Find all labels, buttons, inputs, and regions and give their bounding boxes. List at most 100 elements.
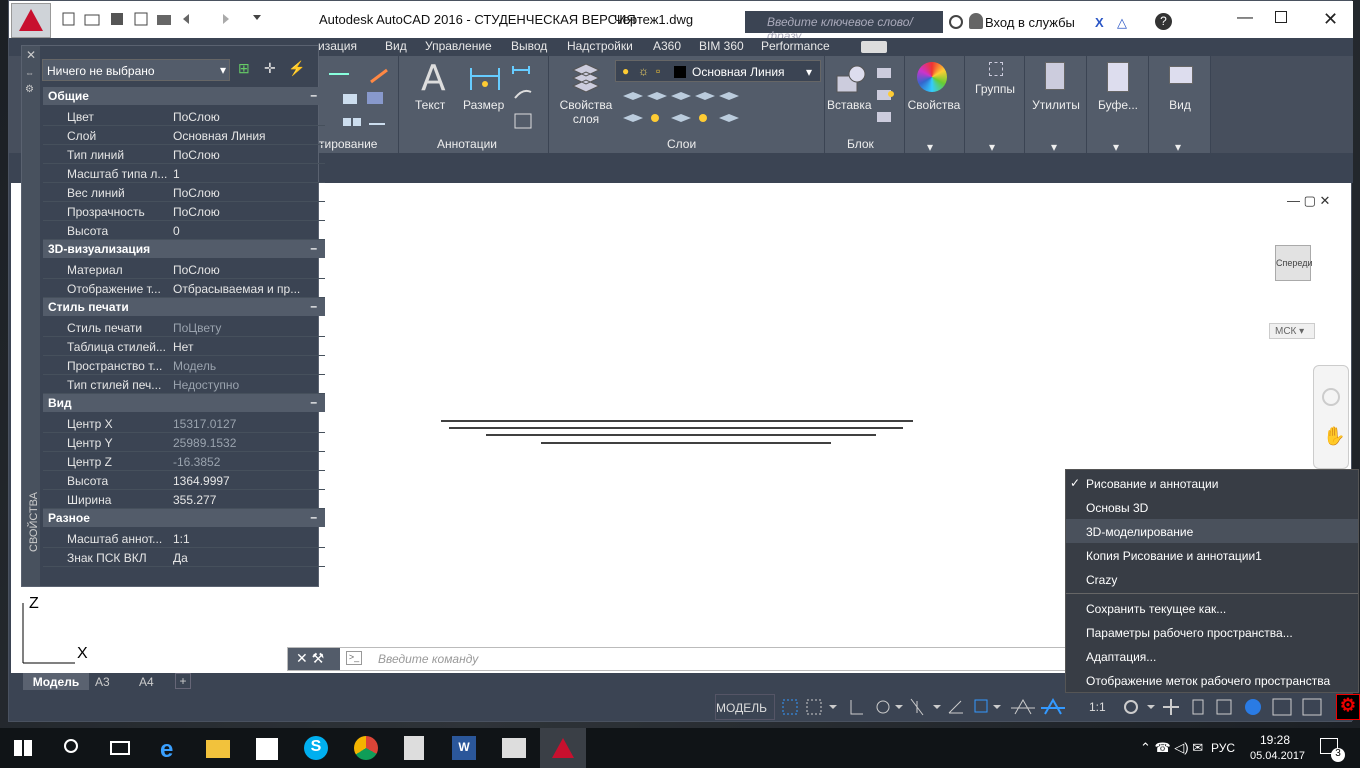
qat-icons[interactable] <box>61 9 261 29</box>
panel-view[interactable]: Вид ▾ <box>1149 56 1211 154</box>
dimension-icon[interactable] <box>467 64 503 94</box>
autocad-taskbar-button[interactable] <box>540 728 586 768</box>
property-value[interactable]: 355.277 <box>173 493 323 507</box>
command-input[interactable]: Введите команду <box>378 652 478 666</box>
property-value[interactable]: ПоСлою <box>173 263 323 277</box>
select-objects-icon[interactable]: ✛ <box>264 60 276 77</box>
property-row[interactable]: Цвет ПоСлою <box>43 107 325 126</box>
panel-utilities[interactable]: Утилиты ▾ <box>1025 56 1087 154</box>
property-row[interactable]: Материал ПоСлою <box>43 260 325 279</box>
property-value[interactable]: 15317.0127 <box>173 417 323 431</box>
annotation-scale-icons[interactable] <box>1009 696 1079 718</box>
start-icon[interactable] <box>14 740 32 756</box>
store-icon[interactable] <box>256 738 278 760</box>
section-header[interactable]: Вид – <box>43 394 325 412</box>
close-button[interactable]: ✕ <box>1323 9 1338 30</box>
panel-modify-title[interactable]: тирование <box>319 137 377 151</box>
selection-dropdown[interactable]: Ничего не выбрано ▾ <box>42 59 230 81</box>
tab-a4[interactable]: A4 <box>139 675 154 689</box>
menu-item-save-as[interactable]: Сохранить текущее как... <box>1066 596 1358 620</box>
layer-tools-icon[interactable] <box>619 88 739 128</box>
property-row[interactable]: Слой Основная Линия <box>43 126 325 145</box>
tray-icons[interactable]: ⌃ ☎ ◁) ✉ <box>1140 740 1203 756</box>
search-input[interactable]: Введите ключевое слово/фразу <box>753 11 943 43</box>
property-row[interactable]: Пространство т... Модель <box>43 356 325 375</box>
property-row[interactable]: Масштаб аннот... 1:1 <box>43 529 325 548</box>
model-space-button[interactable]: МОДЕЛЬ <box>715 694 775 720</box>
palette-close-icon[interactable]: ✕ <box>26 48 36 62</box>
help-button[interactable]: ? <box>1155 13 1172 30</box>
tab-output[interactable]: Вывод <box>511 39 547 53</box>
insert-icon[interactable] <box>833 62 869 96</box>
property-row[interactable]: Центр X 15317.0127 <box>43 414 325 433</box>
layer-dropdown[interactable]: ● ☼ ▫ Основная Линия ▾ <box>615 60 821 82</box>
property-row[interactable]: Тип линий ПоСлою <box>43 145 325 164</box>
dimension-button[interactable]: Размер <box>463 98 504 112</box>
search-icon[interactable] <box>64 739 78 753</box>
panel-clipboard[interactable]: Буфе... ▾ <box>1087 56 1149 154</box>
tab-model[interactable]: Модель <box>23 673 89 690</box>
property-value[interactable]: Недоступно <box>173 378 323 392</box>
menu-item-3d-modeling[interactable]: 3D-моделирование <box>1066 519 1358 543</box>
property-value[interactable]: Модель <box>173 359 323 373</box>
task-view-icon[interactable] <box>110 741 130 755</box>
panel-block-title[interactable]: Блок <box>847 137 874 151</box>
menu-item-drawing[interactable]: ✓ Рисование и аннотации <box>1066 471 1358 495</box>
property-row[interactable]: Центр Z -16.3852 <box>43 452 325 471</box>
property-value[interactable]: ПоСлою <box>173 205 323 219</box>
word-icon[interactable]: W <box>452 736 476 760</box>
property-value[interactable]: Нет <box>173 340 323 354</box>
calculator-app-icon[interactable] <box>404 736 424 760</box>
maximize-button[interactable] <box>1275 11 1287 23</box>
text-button[interactable]: Текст <box>415 98 445 112</box>
command-prompt-icon[interactable]: >_ <box>346 651 362 665</box>
chrome-icon[interactable] <box>354 736 378 760</box>
modify-tools-icon[interactable] <box>319 62 399 132</box>
collapse-icon[interactable]: – <box>310 395 317 409</box>
tab-bim360[interactable]: BIM 360 <box>699 39 744 53</box>
command-close-icon[interactable]: ✕ ⚒ <box>288 648 340 670</box>
property-row[interactable]: Масштаб типа л... 1 <box>43 164 325 183</box>
collapse-icon[interactable]: – <box>310 88 317 102</box>
property-value[interactable]: 1:1 <box>173 532 323 546</box>
edge-icon[interactable]: e <box>160 736 188 763</box>
property-row[interactable]: Центр Y 25989.1532 <box>43 433 325 452</box>
toggle-pickadd-icon[interactable]: ⊞ <box>238 60 250 77</box>
panel-layers-title[interactable]: Слои <box>667 137 696 151</box>
property-row[interactable]: Прозрачность ПоСлою <box>43 202 325 221</box>
language-indicator[interactable]: РУС <box>1211 741 1235 755</box>
minimize-button[interactable]: — <box>1237 9 1253 27</box>
workspace-switch-icon[interactable]: ⚙ <box>1336 694 1360 720</box>
application-menu-button[interactable] <box>11 3 51 38</box>
property-value[interactable]: Основная Линия <box>173 129 323 143</box>
property-row[interactable]: Знак ПСК ВКЛ Да <box>43 548 325 567</box>
tab-a3[interactable]: A3 <box>95 675 110 689</box>
property-value[interactable]: ПоСлою <box>173 148 323 162</box>
property-value[interactable]: ПоСлою <box>173 110 323 124</box>
property-row[interactable]: Вес линий ПоСлою <box>43 183 325 202</box>
tab-view[interactable]: Вид <box>385 39 407 53</box>
tab-a360[interactable]: A360 <box>653 39 681 53</box>
annotation-tools-icon[interactable] <box>509 62 539 132</box>
property-value[interactable]: Да <box>173 551 323 565</box>
property-value[interactable]: Отбрасываемая и пр... <box>173 282 323 296</box>
menu-item-customize[interactable]: Адаптация... <box>1066 644 1358 668</box>
block-tools-icon[interactable] <box>873 66 899 126</box>
pan-hand-icon[interactable]: ✋ <box>1323 426 1345 447</box>
layer-properties-button[interactable]: Свойства слоя <box>551 98 621 126</box>
clock-date[interactable]: 05.04.2017 <box>1250 750 1305 762</box>
clock-time[interactable]: 19:28 <box>1260 733 1290 747</box>
search-expand-icon[interactable] <box>745 11 753 33</box>
add-layout-button[interactable]: + <box>175 673 191 689</box>
palette-settings-icon[interactable]: ⚙ <box>25 84 34 95</box>
collapse-icon[interactable]: – <box>310 299 317 313</box>
exchange-icon[interactable]: X <box>1095 15 1104 30</box>
explorer-icon[interactable] <box>206 740 230 758</box>
photos-icon[interactable] <box>502 738 526 758</box>
menu-item-workspace-settings[interactable]: Параметры рабочего пространства... <box>1066 620 1358 644</box>
property-row[interactable]: Ширина 355.277 <box>43 490 325 509</box>
viewcube-face[interactable]: Спереди <box>1275 245 1312 281</box>
property-row[interactable]: Высота 0 <box>43 221 325 240</box>
property-value[interactable]: 25989.1532 <box>173 436 323 450</box>
quick-select-icon[interactable]: ⚡ <box>288 60 305 77</box>
